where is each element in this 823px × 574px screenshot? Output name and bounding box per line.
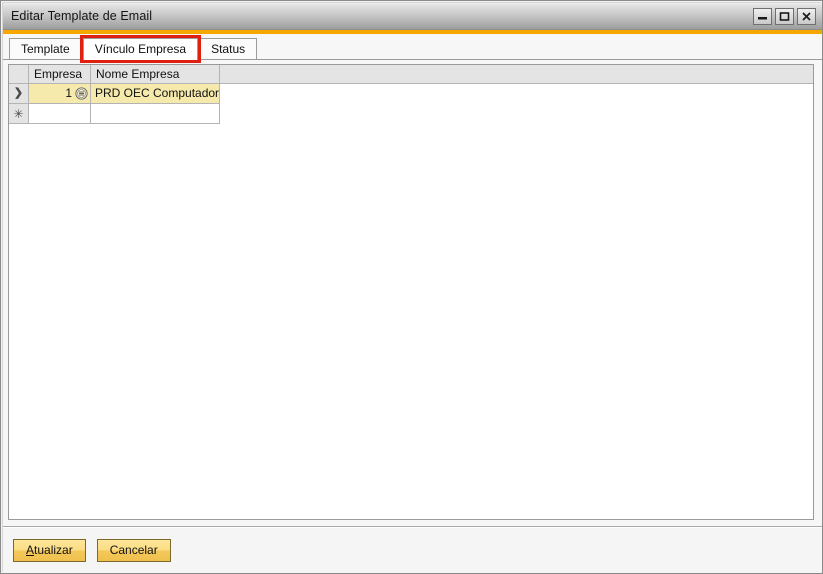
close-button[interactable] [797,7,816,25]
close-icon [802,11,811,21]
atualizar-accelerator: A [26,543,35,557]
tab-bar: Template Vínculo Empresa Status [3,34,822,63]
row-selector-new[interactable]: ✳ [9,104,29,124]
tab-template[interactable]: Template [9,38,82,60]
lookup-menu-icon[interactable] [75,87,88,100]
table-row-new[interactable]: ✳ [9,104,813,124]
minimize-button[interactable] [753,7,772,25]
cell-empresa[interactable]: 1 [29,84,91,104]
minimize-icon [758,16,767,19]
grid-header-rowselector [9,65,29,83]
cell-nome-empresa-new[interactable] [91,104,220,124]
cell-nome-empresa[interactable]: PRD OEC Computadores [91,84,220,104]
grid-header-row: Empresa Nome Empresa [9,65,813,84]
tab-vinculo-empresa[interactable]: Vínculo Empresa [79,35,202,63]
table-row[interactable]: ❯ 1 PRD OEC Computadores [9,84,813,104]
new-row-asterisk-icon: ✳ [13,106,24,121]
dialog-footer: Atualizar Cancelar [3,528,822,573]
atualizar-button[interactable]: Atualizar [13,539,86,562]
grid-header-nome-empresa[interactable]: Nome Empresa [91,65,220,83]
tab-status[interactable]: Status [199,38,258,60]
title-bar[interactable]: Editar Template de Email [3,3,822,30]
cell-empresa-value: 1 [65,86,72,100]
window-controls [753,7,816,25]
current-row-arrow-icon: ❯ [13,87,24,99]
dialog-window: Editar Template de Email Template Víncul… [0,0,823,574]
maximize-button[interactable] [775,7,794,25]
cancelar-button[interactable]: Cancelar [96,539,171,562]
grid-header-filler [220,65,813,83]
atualizar-label-rest: tualizar [34,543,73,557]
grid-header-empresa[interactable]: Empresa [29,65,91,83]
cell-empresa-new[interactable] [29,104,91,124]
row-selector-current[interactable]: ❯ [9,84,29,104]
tab-panel-vinculo-empresa: Empresa Nome Empresa ❯ 1 PRD OEC Computa… [3,60,822,526]
row-filler-new [220,104,813,124]
row-filler [220,84,813,104]
empresa-data-grid[interactable]: Empresa Nome Empresa ❯ 1 PRD OEC Computa… [8,64,814,520]
window-title: Editar Template de Email [11,9,153,23]
maximize-icon [779,11,790,21]
